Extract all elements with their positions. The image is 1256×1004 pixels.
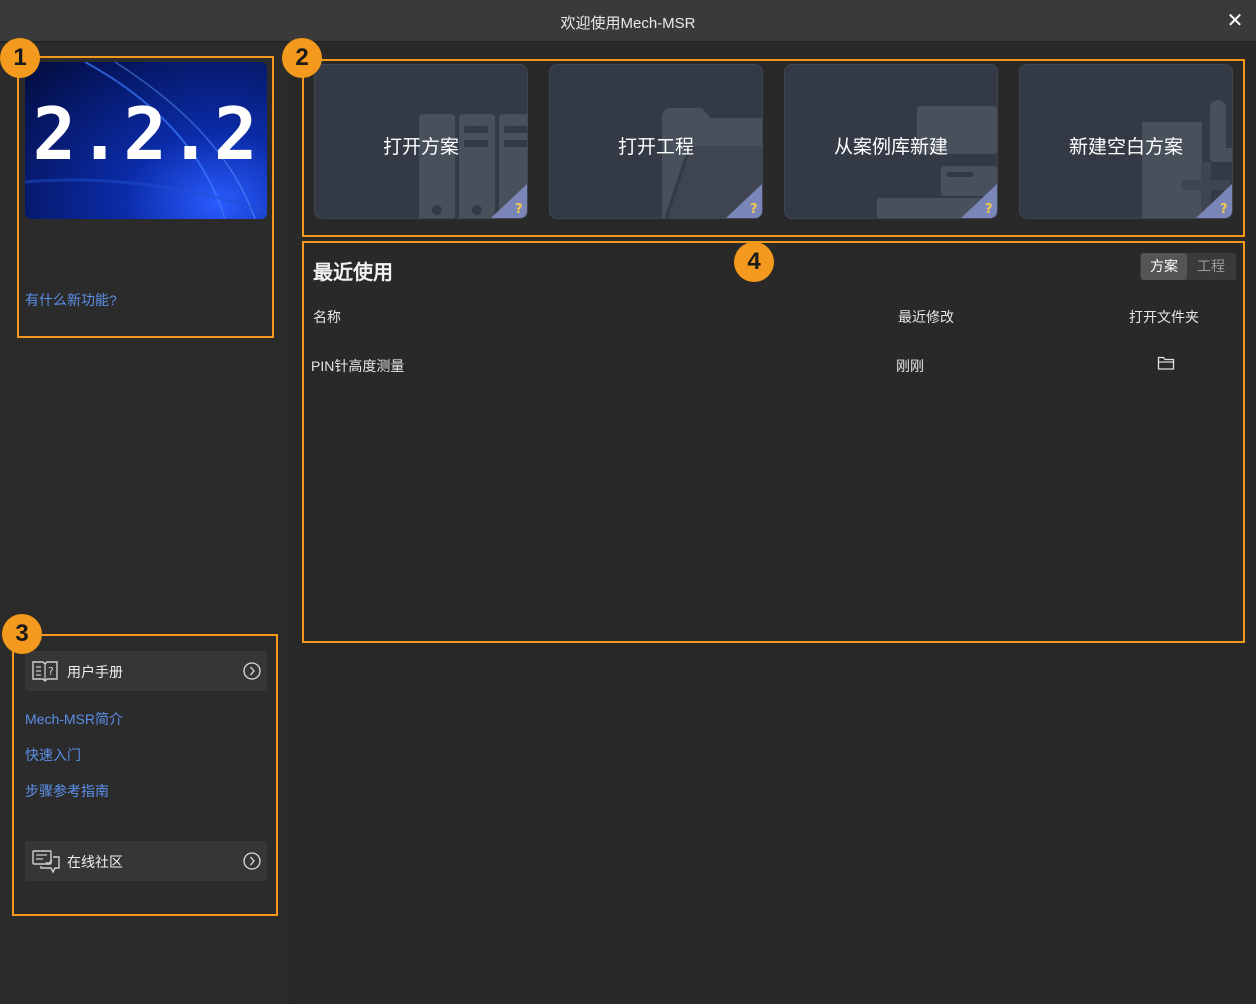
banner-version: 2.2.2 (32, 92, 260, 176)
column-open-folder: 打开文件夹 (1129, 309, 1199, 325)
column-modified: 最近修改 (898, 309, 954, 325)
open-solution-label: 打开方案 (382, 137, 459, 158)
step-guide-link[interactable]: 步骤参考指南 (25, 781, 109, 801)
online-community-label: 在线社区 (67, 854, 123, 870)
folder-icon[interactable] (1157, 355, 1175, 371)
toggle-project[interactable]: 工程 (1188, 253, 1234, 280)
toggle-solution[interactable]: 方案 (1141, 253, 1187, 280)
open-solution-card[interactable]: 打开方案 ? (314, 64, 528, 219)
help-corner-icon[interactable]: ? (726, 184, 762, 218)
close-button[interactable]: ✕ (1224, 8, 1246, 34)
window-title: 欢迎使用Mech-MSR (560, 15, 696, 32)
row-name[interactable]: PIN针高度测量 (311, 356, 404, 376)
chevron-right-circle-icon (243, 662, 261, 680)
title-bar: 欢迎使用Mech-MSR ✕ (0, 0, 1256, 42)
intro-link[interactable]: Mech-MSR简介 (25, 709, 123, 729)
svg-text:?: ? (515, 202, 523, 217)
new-blank-solution-label: 新建空白方案 (1068, 137, 1183, 158)
new-from-library-card[interactable]: 从案例库新建 ? (784, 64, 998, 219)
callout-badge-3: 3 (2, 614, 42, 654)
new-blank-solution-card[interactable]: 新建空白方案 ? (1019, 64, 1233, 219)
quick-start-link[interactable]: 快速入门 (25, 745, 81, 765)
help-corner-icon[interactable]: ? (961, 184, 997, 218)
svg-text:?: ? (750, 202, 758, 217)
version-banner[interactable]: 2.2.2 (25, 62, 267, 219)
book-icon: ? (32, 661, 58, 682)
user-manual-label: 用户手册 (67, 664, 123, 680)
chat-icon (32, 850, 60, 874)
svg-text:?: ? (1220, 202, 1228, 217)
help-corner-icon[interactable]: ? (1196, 184, 1232, 218)
recent-type-toggle: 方案 工程 (1140, 253, 1236, 280)
row-modified: 刚刚 (896, 358, 924, 374)
svg-text:?: ? (985, 202, 993, 217)
open-project-label: 打开工程 (617, 137, 694, 158)
user-manual-button[interactable]: ? 用户手册 (25, 651, 267, 691)
welcome-window: 欢迎使用Mech-MSR ✕ 2.2.2 有什么新功能? ? 用户手册 Mech… (0, 0, 1256, 1004)
svg-text:?: ? (48, 665, 54, 678)
callout-badge-4: 4 (734, 242, 774, 282)
table-row[interactable] (305, 344, 1240, 384)
open-project-card[interactable]: 打开工程 ? (549, 64, 763, 219)
new-from-library-label: 从案例库新建 (833, 137, 948, 158)
chevron-right-circle-icon (243, 852, 261, 870)
callout-badge-2: 2 (282, 38, 322, 78)
column-name: 名称 (313, 309, 341, 325)
online-community-button[interactable]: 在线社区 (25, 841, 267, 881)
recent-title: 最近使用 (313, 262, 393, 284)
help-corner-icon[interactable]: ? (491, 184, 527, 218)
whats-new-link[interactable]: 有什么新功能? (25, 290, 117, 310)
callout-badge-1: 1 (0, 38, 40, 78)
